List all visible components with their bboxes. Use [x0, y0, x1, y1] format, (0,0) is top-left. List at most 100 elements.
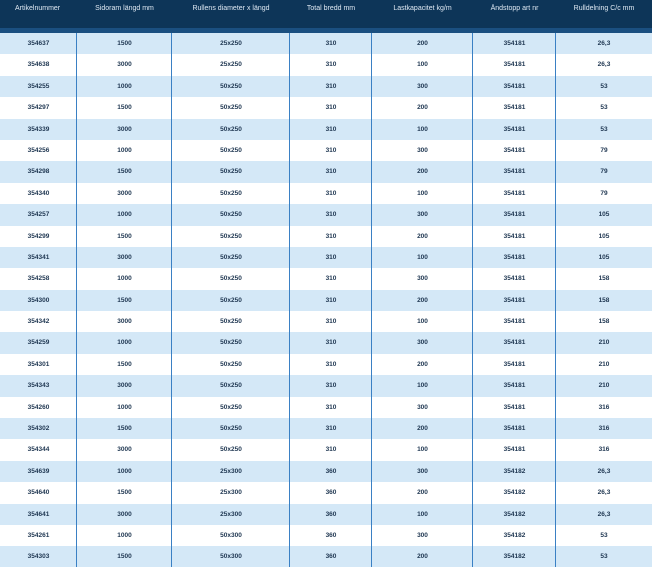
table-cell: 354260	[27, 403, 50, 411]
table-cell: 3000	[117, 61, 132, 69]
table-cell: 26,3	[597, 489, 611, 497]
table-cell: 25x300	[220, 510, 242, 518]
table-cell: 354298	[27, 168, 50, 176]
table-cell: 354297	[27, 104, 50, 112]
table-cell: 354181	[503, 275, 526, 283]
table-cell: 1500	[117, 296, 132, 304]
table-cell: 53	[600, 82, 608, 90]
table-cell: 3000	[117, 318, 132, 326]
table-cell: 50x300	[220, 553, 242, 561]
table-cell: 210	[598, 339, 610, 347]
column-divider	[555, 33, 556, 567]
table-cell: 1500	[117, 489, 132, 497]
table-cell: 354343	[27, 382, 50, 390]
table-cell: 354181	[503, 211, 526, 219]
table-cell: 100	[417, 125, 428, 133]
table-cell: 354181	[503, 168, 526, 176]
table-cell: 310	[325, 61, 337, 69]
table-cell: 50x250	[220, 446, 242, 454]
table-cell: 310	[325, 253, 337, 261]
table-cell: 360	[325, 510, 337, 518]
table-cell: 354181	[503, 403, 526, 411]
table-cell: 50x250	[220, 339, 242, 347]
table-cell: 354181	[503, 446, 526, 454]
table-cell: 316	[598, 425, 610, 433]
product-table: Artikelnummer Sidoram längd mm Rullens dia…	[0, 0, 652, 567]
table-cell: 3000	[117, 510, 132, 518]
table-cell: 354181	[503, 104, 526, 112]
table-cell: 100	[417, 510, 428, 518]
table-cell: 50x250	[220, 318, 242, 326]
table-cell: 310	[325, 232, 337, 240]
table-cell: 354256	[27, 146, 50, 154]
table-cell: 50x250	[220, 104, 242, 112]
table-cell: 105	[598, 253, 610, 261]
table-cell: 354181	[503, 82, 526, 90]
table-cell: 310	[325, 40, 337, 47]
table-cell: 50x250	[220, 146, 242, 154]
table-cell: 310	[325, 425, 337, 433]
table-cell: 354342	[27, 318, 50, 326]
table-cell: 3000	[117, 446, 132, 454]
table-cell: 316	[598, 403, 610, 411]
table-cell: 360	[325, 467, 337, 475]
table-cell: 200	[417, 425, 428, 433]
column-divider	[472, 33, 473, 567]
table-cell: 1500	[117, 168, 132, 176]
table-cell: 158	[598, 296, 610, 304]
table-cell: 53	[600, 553, 608, 561]
table-cell: 1500	[117, 232, 132, 240]
table-cell: 200	[417, 232, 428, 240]
table-cell: 354303	[27, 553, 50, 561]
table-cell: 79	[600, 146, 608, 154]
table-cell: 310	[325, 82, 337, 90]
table-cell: 50x300	[220, 531, 242, 539]
table-cell: 354259	[27, 339, 50, 347]
table-cell: 1500	[117, 425, 132, 433]
table-cell: 354637	[27, 40, 50, 47]
column-header: Rulldelning C/c mm	[573, 5, 635, 12]
table-cell: 26,3	[597, 40, 611, 47]
table-cell: 26,3	[597, 467, 611, 475]
table-cell: 50x250	[220, 168, 242, 176]
table-cell: 3000	[117, 189, 132, 197]
table-cell: 300	[417, 531, 428, 539]
table-cell: 200	[417, 296, 428, 304]
table-cell: 354182	[503, 510, 526, 518]
table-cell: 354181	[503, 146, 526, 154]
table-cell: 354181	[503, 125, 526, 133]
table-cell: 310	[325, 168, 337, 176]
table-cell: 354181	[503, 382, 526, 390]
table-cell: 354300	[27, 296, 50, 304]
table-cell: 310	[325, 403, 337, 411]
table-cell: 300	[417, 211, 428, 219]
table-cell: 105	[598, 211, 610, 219]
table-cell: 310	[325, 318, 337, 326]
table-cell: 354182	[503, 531, 526, 539]
table-cell: 310	[325, 104, 337, 112]
table-cell: 1000	[117, 275, 132, 283]
table-cell: 300	[417, 82, 428, 90]
table-cell: 354341	[27, 253, 50, 261]
table-cell: 50x250	[220, 296, 242, 304]
table-cell: 100	[417, 318, 428, 326]
table-cell: 354181	[503, 40, 526, 47]
table-cell: 100	[417, 189, 428, 197]
table-cell: 210	[598, 382, 610, 390]
table-cell: 53	[600, 531, 608, 539]
table-cell: 1500	[117, 40, 132, 47]
table-cell: 50x250	[220, 275, 242, 283]
table-cell: 53	[600, 125, 608, 133]
table-cell: 354344	[27, 446, 50, 454]
column-divider	[289, 33, 290, 567]
table-cell: 3000	[117, 253, 132, 261]
table-cell: 105	[598, 232, 610, 240]
table-cell: 310	[325, 211, 337, 219]
table-cell: 354340	[27, 189, 50, 197]
table-cell: 354639	[27, 467, 50, 475]
table-cell: 354638	[27, 61, 50, 69]
table-cell: 79	[600, 168, 608, 176]
table-cell: 354181	[503, 232, 526, 240]
table-cell: 354181	[503, 189, 526, 197]
table-cell: 360	[325, 531, 337, 539]
